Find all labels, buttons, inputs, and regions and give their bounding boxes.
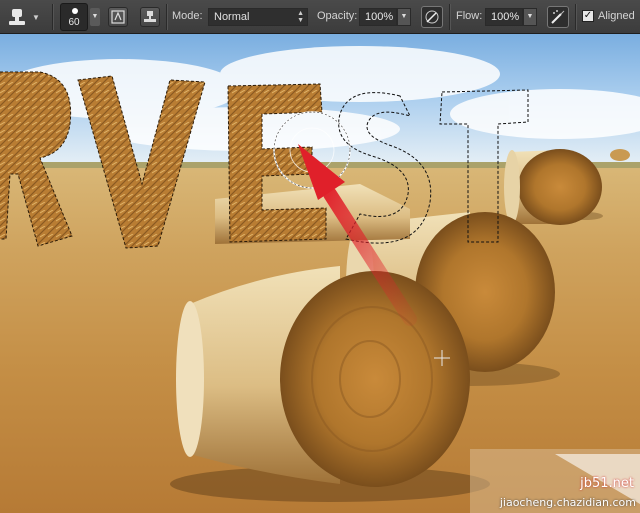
tablet-pressure-icon: [425, 10, 439, 24]
opacity-dropdown-button[interactable]: ▼: [397, 8, 411, 26]
scene-artwork: [0, 46, 640, 513]
options-bar: ▼ 60 ▼ Mode: Normal ▲▼ Opacity: 100% ▼: [0, 0, 640, 34]
mode-value: Normal: [214, 11, 250, 23]
opacity-label: Opacity:: [317, 10, 358, 22]
brush-tip-icon: [72, 8, 78, 14]
brush-size: 60: [68, 17, 80, 28]
opacity-value: 100%: [365, 11, 394, 23]
aligned-label: Aligned: [598, 10, 635, 22]
airbrush-icon: [551, 10, 565, 24]
tool-preset-picker[interactable]: ▼: [6, 5, 46, 29]
divider: [575, 4, 576, 30]
letter-r: [0, 71, 73, 247]
flow-field[interactable]: 100%: [485, 8, 523, 26]
clone-stamp-icon: [9, 9, 25, 25]
document-canvas[interactable]: jb51.net jiaocheng.chazidian.com: [0, 34, 640, 513]
chevron-down-icon: ▼: [32, 12, 40, 22]
airbrush-button[interactable]: [547, 6, 569, 28]
far-bale-right: [504, 149, 603, 225]
toggle-brush-panel-button[interactable]: [108, 7, 128, 27]
watermark-line-1: jb51.net: [580, 476, 634, 491]
clone-source-icon: [144, 11, 156, 22]
mode-select[interactable]: Normal ▲ ▼: [208, 8, 308, 26]
tiny-far-bale: [610, 149, 630, 161]
brush-preset-picker[interactable]: 60: [60, 3, 88, 31]
divider: [52, 4, 53, 30]
flow-value: 100%: [491, 11, 520, 23]
brush-dropdown-button[interactable]: ▼: [90, 8, 100, 26]
brush-panel-icon: [111, 10, 125, 24]
toggle-clone-source-button[interactable]: [140, 7, 160, 27]
divider: [166, 4, 167, 30]
mode-label: Mode:: [172, 10, 203, 22]
flow-label: Flow:: [456, 10, 483, 22]
aligned-checkbox[interactable]: ✓: [582, 10, 594, 22]
flow-dropdown-button[interactable]: ▼: [523, 8, 537, 26]
watermark: jb51.net jiaocheng.chazidian.com: [470, 443, 640, 513]
watermark-line-2: jiaocheng.chazidian.com: [499, 496, 636, 509]
spinner-arrows-icon: ▲ ▼: [297, 10, 304, 24]
opacity-field[interactable]: 100%: [359, 8, 397, 26]
pressure-opacity-button[interactable]: [421, 6, 443, 28]
divider: [449, 4, 450, 30]
